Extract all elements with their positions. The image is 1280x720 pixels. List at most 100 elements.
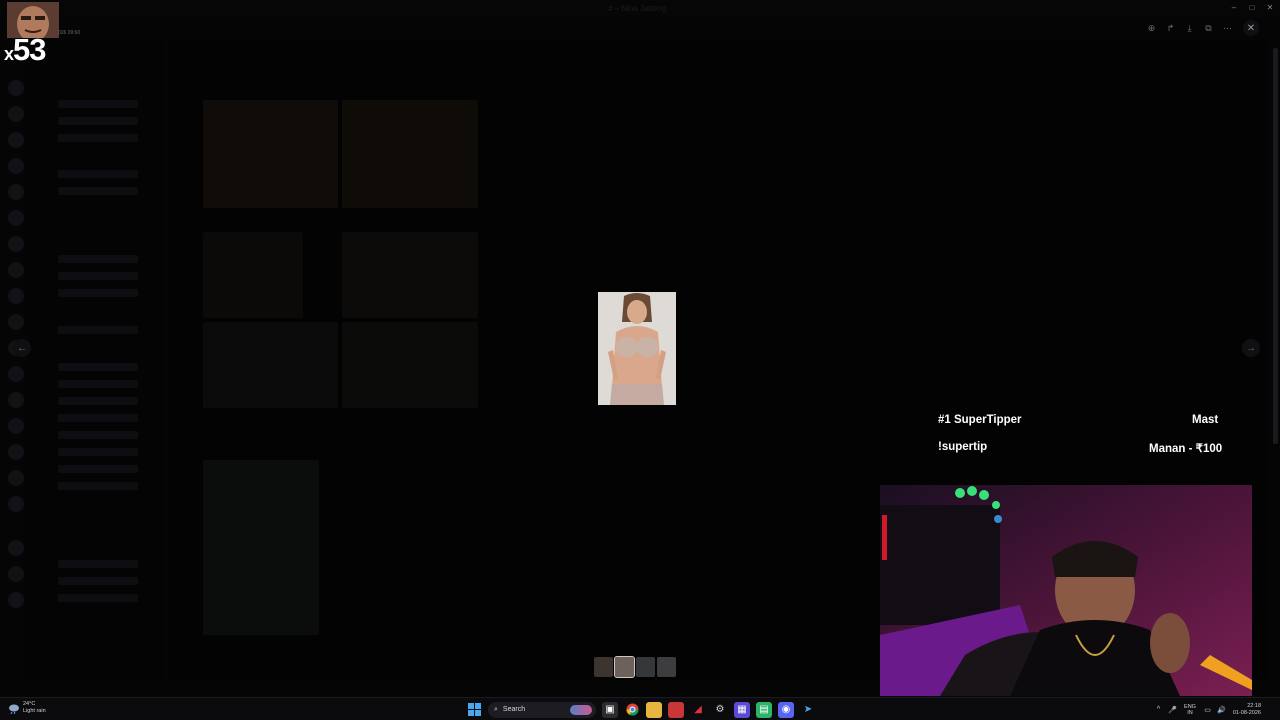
gallery-image[interactable]: [203, 100, 338, 208]
server-icon[interactable]: [8, 158, 24, 174]
server-icon[interactable]: [8, 444, 24, 460]
channel-item[interactable]: [58, 272, 138, 280]
gallery-image[interactable]: [203, 460, 319, 635]
zoom-in-icon[interactable]: ⊕: [1144, 21, 1159, 36]
weather-desc: Light rain: [23, 708, 46, 714]
channel-item[interactable]: [58, 465, 138, 473]
gallery-image[interactable]: [342, 100, 478, 208]
telegram-icon[interactable]: ➤: [800, 702, 816, 718]
channel-item[interactable]: [58, 363, 138, 371]
weather-text: 24°C Light rain: [23, 701, 46, 715]
channel-item[interactable]: [58, 289, 138, 297]
more-icon[interactable]: ⋯: [1220, 21, 1235, 36]
taskbar-search[interactable]: ⌕ Search: [488, 701, 596, 718]
clock[interactable]: 22:18 01-08-2026: [1231, 703, 1261, 716]
weather-temp: 24°C: [23, 701, 36, 707]
server-icon[interactable]: [8, 366, 24, 382]
streaming-app-icon[interactable]: [668, 701, 684, 718]
supertip-command: !supertip: [938, 441, 988, 453]
settings-icon[interactable]: ⚙: [712, 702, 728, 718]
enlarged-image: [598, 292, 676, 405]
microphone-icon[interactable]: 🎤: [1168, 706, 1177, 714]
channel-item[interactable]: [58, 117, 138, 125]
chrome-icon[interactable]: [624, 702, 640, 718]
server-icon[interactable]: [8, 392, 24, 408]
search-highlight-icon: [570, 704, 592, 715]
system-tray: ^ 🎤 ENG IN ▭ 🔊 22:18 01-08-2026: [1154, 701, 1261, 718]
display-icon[interactable]: ▭: [1203, 706, 1212, 714]
gallery-image[interactable]: [203, 232, 303, 318]
previous-image-button[interactable]: ←: [13, 339, 31, 357]
server-icon[interactable]: [8, 132, 24, 148]
channel-item[interactable]: [58, 397, 138, 405]
webcam-scene: [880, 485, 1252, 696]
server-icon[interactable]: [8, 566, 24, 582]
photo-person: [598, 292, 676, 405]
server-icon[interactable]: [8, 80, 24, 96]
thumbnail-active[interactable]: [614, 656, 635, 678]
server-icon[interactable]: [8, 496, 24, 512]
window-controls: – □ ✕: [1230, 3, 1274, 12]
next-image-button[interactable]: →: [1242, 339, 1260, 357]
game-launcher-icon[interactable]: ▤: [756, 701, 772, 718]
taskbar: 24°C Light rain ⌕ Search ▣ ◢ ⚙ ▦ ▤ ◉ ➤ ^…: [0, 697, 1280, 720]
discord-icon[interactable]: ◉: [778, 701, 794, 718]
taskbar-apps: ⌕ Search ▣ ◢ ⚙ ▦ ▤ ◉ ➤: [466, 701, 816, 718]
thumbnail[interactable]: [594, 657, 613, 677]
server-icon[interactable]: [8, 288, 24, 304]
server-icon[interactable]: [8, 540, 24, 556]
task-view-icon[interactable]: ▣: [602, 701, 618, 718]
channel-item[interactable]: [58, 380, 138, 388]
clock-date: 01-08-2026: [1232, 709, 1261, 716]
capcut-icon[interactable]: ◢: [690, 702, 706, 718]
tray-overflow-icon[interactable]: ^: [1154, 706, 1163, 713]
viewer-close-button[interactable]: ✕: [1243, 20, 1259, 36]
thumbnail[interactable]: [657, 657, 676, 677]
window-close-button[interactable]: ✕: [1266, 3, 1274, 12]
scrollbar[interactable]: [1273, 44, 1278, 692]
window-titlebar: # – Nina Jatteng – □ ✕: [0, 0, 1280, 18]
share-icon[interactable]: ↱: [1163, 21, 1178, 36]
server-icon[interactable]: [8, 418, 24, 434]
overlay-timestamp: 026 09:60: [58, 30, 81, 36]
app-grid-icon[interactable]: ▦: [734, 701, 750, 718]
file-explorer-icon[interactable]: [646, 701, 662, 718]
thumbnail[interactable]: [636, 657, 655, 677]
channel-item[interactable]: [58, 560, 138, 568]
channel-item[interactable]: [58, 326, 138, 334]
thumbnail-strip: [594, 656, 676, 678]
open-external-icon[interactable]: ⧉: [1201, 21, 1216, 36]
server-icon[interactable]: [8, 262, 24, 278]
download-icon[interactable]: ⤓: [1182, 21, 1197, 36]
start-icon[interactable]: [466, 702, 482, 718]
channel-item[interactable]: [58, 170, 138, 178]
server-icon[interactable]: [8, 592, 24, 608]
channel-item[interactable]: [58, 255, 138, 263]
scroll-thumb[interactable]: [1273, 48, 1278, 444]
server-icon[interactable]: [8, 184, 24, 200]
gallery-image[interactable]: [342, 322, 478, 408]
channel-item[interactable]: [58, 594, 138, 602]
channel-item[interactable]: [58, 431, 138, 439]
channel-item[interactable]: [58, 134, 138, 142]
window-title: # – Nina Jatteng: [608, 4, 667, 13]
minimize-button[interactable]: –: [1230, 3, 1238, 12]
channel-item[interactable]: [58, 482, 138, 490]
server-icon[interactable]: [8, 314, 24, 330]
channel-item[interactable]: [58, 577, 138, 585]
language-indicator[interactable]: ENG IN: [1182, 704, 1198, 716]
channel-item[interactable]: [58, 187, 138, 195]
gallery-image[interactable]: [203, 322, 338, 408]
server-icon[interactable]: [8, 236, 24, 252]
server-icon[interactable]: [8, 470, 24, 486]
channel-item[interactable]: [58, 100, 138, 108]
weather-widget[interactable]: 24°C Light rain: [8, 701, 46, 715]
gallery-image[interactable]: [342, 232, 478, 318]
server-icon[interactable]: [8, 106, 24, 122]
multiplier-value: 53: [13, 32, 46, 67]
maximize-button[interactable]: □: [1248, 3, 1256, 12]
volume-icon[interactable]: 🔊: [1217, 706, 1226, 714]
channel-item[interactable]: [58, 448, 138, 456]
channel-item[interactable]: [58, 414, 138, 422]
server-icon[interactable]: [8, 210, 24, 226]
